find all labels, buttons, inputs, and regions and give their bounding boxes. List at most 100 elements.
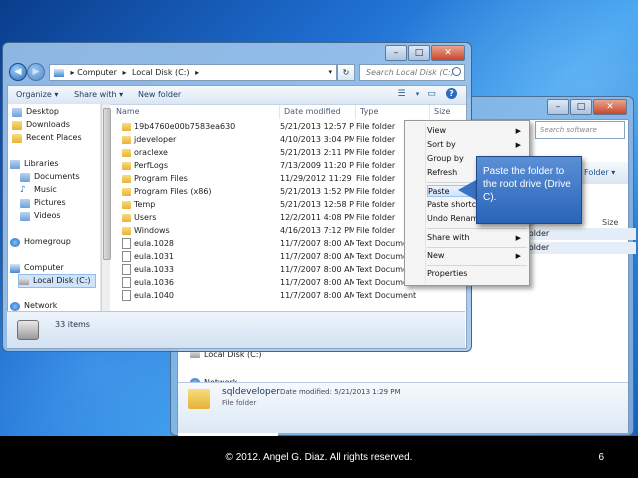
breadcrumb-computer[interactable]: Computer bbox=[77, 68, 117, 77]
submenu-arrow-icon: ▶ bbox=[515, 234, 521, 242]
file-name: eula.1040 bbox=[122, 289, 278, 302]
forward-arrow-icon[interactable]: ▶ bbox=[27, 63, 45, 81]
menu-item-share-with[interactable]: Share with ▶ bbox=[427, 232, 525, 244]
minimize-button[interactable]: – bbox=[547, 99, 569, 115]
slide: – □ ✕ Folder ▾ Size folder folder Local … bbox=[0, 0, 638, 478]
nav-computer[interactable]: Computer bbox=[10, 262, 64, 274]
file-date: 5/21/2013 2:11 PM bbox=[280, 148, 354, 157]
details-date: Date modified: 5/21/2013 1:29 PM bbox=[280, 388, 401, 396]
chevron-down-icon[interactable]: ▾ bbox=[412, 89, 423, 100]
file-date: 11/7/2007 8:00 AM bbox=[280, 239, 354, 248]
file-name: Program Files bbox=[122, 172, 278, 185]
folder-icon bbox=[122, 213, 131, 222]
folder-icon bbox=[122, 174, 131, 183]
maximize-button[interactable]: □ bbox=[570, 99, 592, 115]
column-header-type[interactable]: Type bbox=[356, 105, 430, 119]
file-name: eula.1031 bbox=[122, 250, 278, 263]
file-name: eula.1033 bbox=[122, 263, 278, 276]
menu-item-new[interactable]: New ▶ bbox=[427, 250, 525, 262]
nav-downloads[interactable]: Downloads bbox=[12, 119, 70, 131]
minimize-button[interactable]: – bbox=[385, 45, 407, 61]
nav-libraries[interactable]: Libraries bbox=[10, 158, 59, 170]
column-header-date[interactable]: Date modified bbox=[280, 105, 356, 119]
menu-item-properties[interactable]: Properties bbox=[427, 268, 525, 280]
refresh-icon[interactable]: ↻ bbox=[337, 64, 355, 81]
command-bar: Organize ▾ Share with ▾ New folder ☰ ▾ ▭… bbox=[8, 86, 466, 105]
nav-music[interactable]: ♪ Music bbox=[20, 184, 57, 196]
organize-button[interactable]: Organize ▾ bbox=[16, 90, 58, 99]
new-folder-button[interactable]: New folder bbox=[138, 90, 181, 99]
close-button[interactable]: ✕ bbox=[431, 45, 465, 61]
maximize-button[interactable]: □ bbox=[408, 45, 430, 61]
close-button[interactable]: ✕ bbox=[593, 99, 627, 115]
file-date: 11/7/2007 8:00 AM bbox=[280, 265, 354, 274]
back-row[interactable]: folder bbox=[518, 228, 636, 240]
file-row[interactable]: eula.1040 11/7/2007 8:00 AM Text Document bbox=[112, 289, 464, 302]
chevron-down-icon[interactable]: ▾ bbox=[328, 65, 332, 80]
drive-icon bbox=[19, 277, 29, 285]
computer-icon bbox=[10, 263, 20, 273]
back-size-column[interactable]: Size bbox=[602, 218, 618, 227]
callout-arrow bbox=[458, 180, 476, 200]
help-icon[interactable]: ? bbox=[446, 88, 457, 99]
file-date: 11/7/2007 8:00 AM bbox=[280, 291, 354, 300]
breadcrumb-local-disk[interactable]: Local Disk (C:) bbox=[132, 68, 190, 77]
front-explorer-window: – □ ✕ ◀ ▶ ▸ Computer ▸ Local Disk (C:) ▸… bbox=[2, 42, 472, 352]
pictures-icon bbox=[20, 198, 30, 208]
scroll-thumb[interactable] bbox=[103, 108, 111, 260]
menu-separator bbox=[427, 247, 527, 248]
instruction-callout: Paste the folder to the root drive (Driv… bbox=[476, 156, 582, 224]
nav-vertical-scrollbar[interactable] bbox=[101, 104, 111, 312]
callout-text: Paste the folder to the root drive (Driv… bbox=[483, 166, 571, 203]
folder-icon bbox=[122, 122, 131, 131]
search-input[interactable]: Search Local Disk (C:) bbox=[359, 64, 465, 81]
file-name: 19b4760e00b7583ea630 bbox=[122, 120, 278, 133]
column-header-size[interactable]: Size bbox=[430, 105, 464, 119]
menu-separator bbox=[427, 228, 527, 229]
menu-item-sort-by[interactable]: Sort by ▶ bbox=[427, 139, 525, 151]
nav-pictures[interactable]: Pictures bbox=[20, 197, 66, 209]
desktop-icon bbox=[12, 107, 22, 117]
back-folder-view-button[interactable]: Folder ▾ bbox=[584, 168, 615, 177]
back-arrow-icon[interactable]: ◀ bbox=[9, 63, 27, 81]
nav-recent-places[interactable]: Recent Places bbox=[12, 132, 82, 144]
text-file-icon bbox=[122, 277, 131, 288]
folder-icon bbox=[122, 226, 131, 235]
music-icon: ♪ bbox=[20, 184, 26, 195]
back-row[interactable]: folder bbox=[518, 242, 636, 254]
nav-local-disk[interactable]: Local Disk (C:) bbox=[18, 274, 96, 288]
text-file-icon bbox=[122, 290, 131, 301]
downloads-icon bbox=[12, 120, 22, 130]
desktop-background: – □ ✕ Folder ▾ Size folder folder Local … bbox=[0, 0, 638, 436]
share-with-button[interactable]: Share with ▾ bbox=[74, 90, 123, 99]
folder-icon bbox=[122, 135, 131, 144]
nav-homegroup[interactable]: Homegroup bbox=[10, 236, 71, 248]
nav-desktop[interactable]: Desktop bbox=[12, 106, 59, 118]
file-type: Text Document bbox=[356, 291, 416, 300]
preview-pane-icon[interactable]: ▭ bbox=[426, 89, 437, 100]
view-options-icon[interactable]: ☰ bbox=[396, 89, 407, 100]
file-date: 11/7/2007 8:00 AM bbox=[280, 278, 354, 287]
address-row: ◀ ▶ ▸ Computer ▸ Local Disk (C:) ▸ ▾ ↻ S… bbox=[7, 61, 465, 83]
column-header-name[interactable]: Name bbox=[112, 105, 280, 119]
file-name: Windows bbox=[122, 224, 278, 237]
network-icon bbox=[10, 301, 20, 311]
folder-icon bbox=[122, 148, 131, 157]
address-bar[interactable]: ▸ Computer ▸ Local Disk (C:) ▸ ▾ bbox=[49, 64, 337, 81]
back-search-input[interactable]: Search software bbox=[535, 121, 625, 139]
menu-separator bbox=[427, 265, 527, 266]
page-number: 6 bbox=[598, 452, 604, 463]
menu-item-view[interactable]: View ▶ bbox=[427, 125, 525, 137]
details-type: File folder bbox=[222, 399, 257, 407]
file-date: 4/16/2013 7:12 PM bbox=[280, 226, 354, 235]
item-count: 33 items bbox=[55, 320, 90, 329]
search-icon bbox=[452, 67, 461, 76]
file-date: 11/29/2012 11:29 ... bbox=[280, 174, 354, 183]
file-name: PerfLogs bbox=[122, 159, 278, 172]
libraries-icon bbox=[10, 159, 20, 169]
nav-documents[interactable]: Documents bbox=[20, 171, 80, 183]
documents-icon bbox=[20, 172, 30, 182]
nav-videos[interactable]: Videos bbox=[20, 210, 61, 222]
recent-places-icon bbox=[12, 133, 22, 143]
homegroup-icon bbox=[10, 237, 20, 247]
